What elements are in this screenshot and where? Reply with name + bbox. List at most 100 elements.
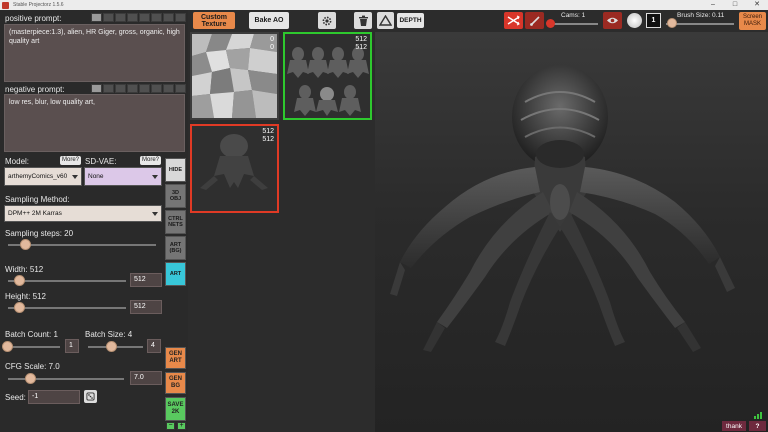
prompt-swatch[interactable] <box>175 13 186 22</box>
creature-model-render <box>390 65 735 352</box>
thumbnail-views[interactable]: 512 512 <box>283 32 372 120</box>
gear-icon[interactable] <box>318 12 336 29</box>
model-more-button[interactable]: More? <box>60 156 82 165</box>
depth-button[interactable]: DEPTH <box>397 13 424 28</box>
chevron-down-icon <box>152 211 158 216</box>
close-icon[interactable]: ✕ <box>746 0 768 10</box>
brush-icon[interactable] <box>525 12 544 29</box>
save-2k-button[interactable]: SAVE 2K <box>165 397 186 421</box>
app-logo-icon <box>2 1 9 9</box>
prompt-swatch[interactable] <box>151 13 162 22</box>
thumbnail-texture[interactable]: 00 <box>190 32 279 120</box>
batch-size-input[interactable]: 4 <box>147 339 161 353</box>
thank-button[interactable]: thank <box>722 421 746 431</box>
prompt-swatch[interactable] <box>103 13 114 22</box>
batch-count-slider[interactable] <box>2 341 13 352</box>
thumbnail-size-label: 512 512 <box>355 36 367 51</box>
ctrl-nets-tab[interactable]: CTRL NETS <box>165 210 186 234</box>
prompt-swatch[interactable] <box>115 13 126 22</box>
eye-icon[interactable] <box>603 12 622 29</box>
vae-dropdown-value: None <box>88 173 104 180</box>
prompt-swatch[interactable] <box>163 84 174 93</box>
cams-label: Cams: 1 <box>561 12 586 19</box>
thumbnail-render[interactable]: 512 512 <box>190 124 279 213</box>
prompt-swatch[interactable] <box>115 84 126 93</box>
prompt-swatch[interactable] <box>139 84 150 93</box>
height-label: Height: 512 <box>5 292 46 301</box>
cfg-scale-input[interactable]: 7.0 <box>130 371 162 385</box>
chevron-down-icon <box>152 174 158 179</box>
negative-prompt-input[interactable]: low res, blur, low quality art, <box>4 94 185 152</box>
projection-triangle-icon[interactable] <box>377 12 394 29</box>
positive-prompt-label: positive prompt: <box>5 14 62 23</box>
prompt-swatch[interactable] <box>151 84 162 93</box>
maximize-icon[interactable]: □ <box>724 0 746 10</box>
cfg-scale-slider[interactable] <box>25 373 36 384</box>
thumbnail-size-label: 512 512 <box>262 128 274 143</box>
window-controls: – □ ✕ <box>702 0 768 10</box>
positive-prompt-input[interactable]: (masterpiece:1.3), alien, HR Giger, gros… <box>4 24 185 82</box>
3d-viewport[interactable] <box>375 32 768 432</box>
plus-icon[interactable]: + <box>177 422 186 430</box>
chevron-down-icon <box>72 174 78 179</box>
negative-prompt-label: negative prompt: <box>5 85 65 94</box>
shuffle-icon[interactable] <box>504 12 523 29</box>
trash-icon[interactable] <box>354 12 372 29</box>
model-dropdown-value: arthemyComics_v60 <box>8 173 68 180</box>
height-slider[interactable] <box>14 302 25 313</box>
dice-icon[interactable] <box>84 390 97 403</box>
model-dropdown[interactable]: arthemyComics_v60 <box>4 167 82 186</box>
batch-count-label: Batch Count: 1 <box>5 330 58 339</box>
app-window: Stable Projectorz 1.5.6 – □ ✕ positive p… <box>0 0 768 432</box>
prompt-swatch[interactable] <box>103 84 114 93</box>
prompt-swatch[interactable] <box>91 13 102 22</box>
brush-size-slider[interactable] <box>667 18 677 28</box>
batch-count-input[interactable]: 1 <box>65 339 79 353</box>
prompt-swatch[interactable] <box>175 84 186 93</box>
prompt-swatch[interactable] <box>127 13 138 22</box>
gen-bg-button[interactable]: GEN BG <box>165 372 186 394</box>
sampling-method-label: Sampling Method: <box>5 195 70 204</box>
seed-input[interactable]: -1 <box>28 390 80 404</box>
model-label: Model: <box>5 157 30 166</box>
3d-obj-tab[interactable]: 3D OBJ <box>165 184 186 208</box>
width-input[interactable]: 512 <box>130 273 162 287</box>
art-tab[interactable]: ART <box>165 262 186 286</box>
height-input[interactable]: 512 <box>130 300 162 314</box>
seed-label: Seed: <box>5 393 26 402</box>
cams-slider[interactable] <box>546 19 555 28</box>
width-slider[interactable] <box>14 275 25 286</box>
custom-texture-button[interactable]: Custom Texture <box>193 12 235 29</box>
vae-dropdown[interactable]: None <box>84 167 162 186</box>
sampling-method-dropdown[interactable]: DPM++ 2M Karras <box>4 205 162 222</box>
vae-label: SD-VAE: <box>85 157 117 166</box>
sampling-method-value: DPM++ 2M Karras <box>8 210 62 217</box>
hide-tab-button[interactable]: HIDE <box>165 158 186 182</box>
brush-index-box[interactable]: 1 <box>646 13 661 28</box>
gen-art-button[interactable]: GEN ART <box>165 347 186 369</box>
texture-preview-image <box>192 34 277 118</box>
prompt-swatch[interactable] <box>139 13 150 22</box>
width-label: Width: 512 <box>5 265 44 274</box>
prompt-swatch[interactable] <box>91 84 102 93</box>
sampling-steps-slider[interactable] <box>20 239 31 250</box>
bake-ao-button[interactable]: Bake AO <box>249 12 289 29</box>
help-button[interactable]: ? <box>749 421 766 431</box>
cams-track[interactable] <box>548 23 598 25</box>
screen-mask-button[interactable]: Screen MASK <box>739 12 766 30</box>
vae-more-button[interactable]: More? <box>140 156 162 165</box>
brush-size-label: Brush Size: 0.11 <box>677 12 725 19</box>
signal-bars-icon <box>754 410 764 419</box>
prompt-swatch[interactable] <box>127 84 138 93</box>
minimize-icon[interactable]: – <box>702 0 724 10</box>
width-track[interactable] <box>8 280 126 282</box>
height-track[interactable] <box>8 307 126 309</box>
brush-softness-icon[interactable] <box>627 13 642 28</box>
art-bg-tab[interactable]: ART (BG) <box>165 236 186 260</box>
title-bar: Stable Projectorz 1.5.6 – □ ✕ <box>0 0 768 10</box>
thumbnail-size-label: 00 <box>270 36 274 51</box>
minus-icon[interactable]: − <box>166 422 175 430</box>
batch-size-slider[interactable] <box>106 341 117 352</box>
window-title: Stable Projectorz 1.5.6 <box>13 2 64 8</box>
prompt-swatch[interactable] <box>163 13 174 22</box>
